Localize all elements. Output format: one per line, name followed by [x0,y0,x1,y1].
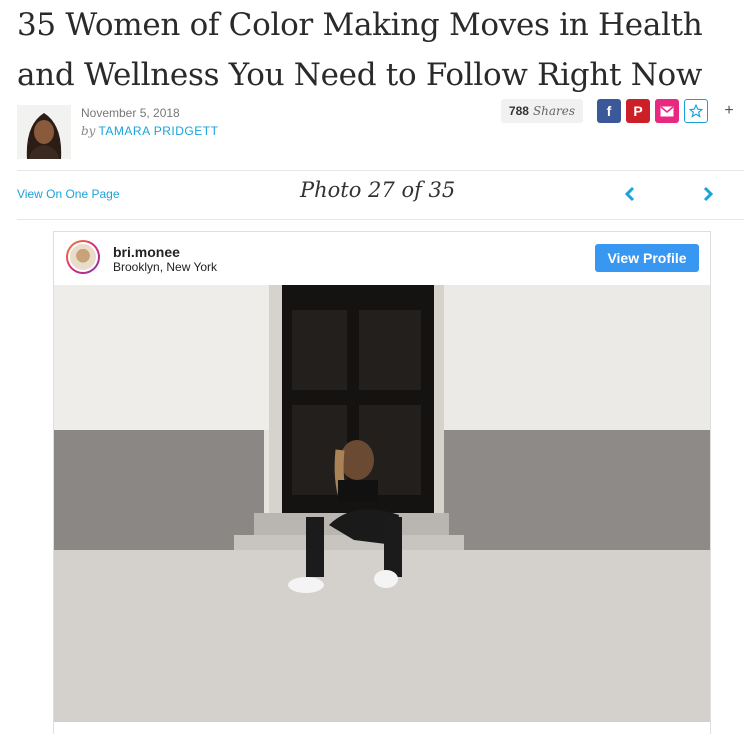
divider [17,219,744,220]
photo-counter: Photo 27 of 35 [300,178,456,202]
author-avatar[interactable] [17,105,71,159]
pinterest-icon: P [633,103,643,119]
email-share-button[interactable] [655,99,679,123]
chevron-left-icon [624,186,635,202]
view-one-page-link[interactable]: View On One Page [17,187,120,201]
byline: by TAMARA PRIDGETT [81,124,218,138]
plus-icon: + [724,102,734,119]
share-count: 788 [508,104,529,118]
previous-photo-button[interactable] [620,180,640,208]
byline-prefix: by [81,124,96,138]
share-label: Shares [532,104,576,118]
instagram-embed: bri.monee Brooklyn, New York View Profil… [53,231,711,734]
instagram-location[interactable]: Brooklyn, New York [113,260,217,274]
facebook-icon: f [606,103,612,119]
view-profile-button[interactable]: View Profile [595,244,699,272]
save-button[interactable] [684,99,708,123]
instagram-photo[interactable] [54,285,710,722]
instagram-username[interactable]: bri.monee [113,244,180,260]
publish-date: November 5, 2018 [81,106,180,120]
divider [17,170,744,171]
article-title: 35 Women of Color Making Moves in Health… [17,7,703,93]
more-share-button[interactable]: + [720,99,738,123]
share-count-badge: 788 Shares [501,99,583,123]
chevron-right-icon [703,186,714,202]
author-link[interactable]: TAMARA PRIDGETT [98,124,218,138]
facebook-share-button[interactable]: f [597,99,621,123]
instagram-avatar[interactable] [66,240,100,274]
star-icon [689,104,703,118]
next-photo-button[interactable] [698,180,718,208]
email-icon [660,105,674,116]
pinterest-share-button[interactable]: P [626,99,650,123]
